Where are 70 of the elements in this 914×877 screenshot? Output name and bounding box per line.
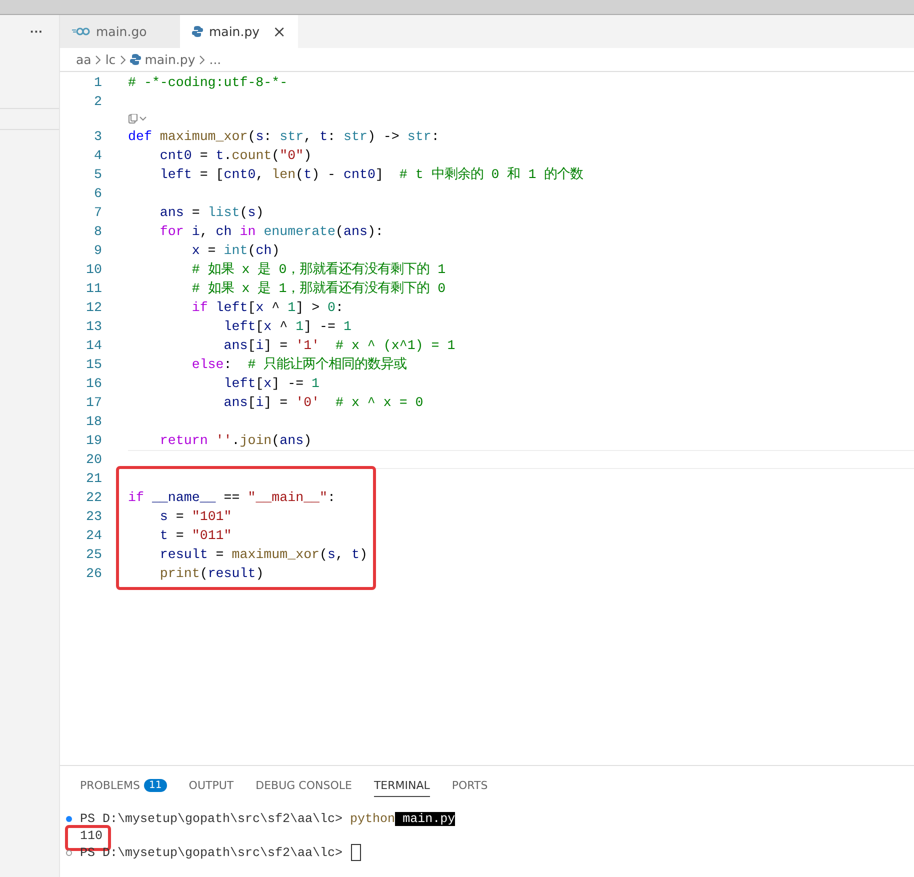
code-line: x = int(ch) xyxy=(190,242,281,260)
codelens-icon[interactable] xyxy=(128,114,148,124)
more-actions-button[interactable]: ··· xyxy=(28,24,45,39)
line-number: 15 xyxy=(85,357,102,372)
line-number: 26 xyxy=(85,566,102,581)
panel-tab[interactable]: PORTS xyxy=(452,774,488,796)
line-number: 17 xyxy=(85,395,102,410)
code-line: ans[i] = '1' # x ^ (x^1) = 1 xyxy=(222,337,456,355)
code-line: left[x] -= 1 xyxy=(222,375,321,393)
code-line: # 如果 x 是 0，那就看还有没有剩下的 1 xyxy=(190,260,447,279)
code-line: cnt0 = t.count("0") xyxy=(158,147,313,165)
code-line: if __name__ == "__main__": xyxy=(128,489,336,507)
code-line: ans[i] = '0' # x ^ x = 0 xyxy=(222,394,424,412)
line-number: 22 xyxy=(85,490,102,505)
panel-tab[interactable]: TERMINAL xyxy=(374,774,430,796)
panel-tab[interactable]: OUTPUT xyxy=(188,774,234,796)
code-line: if left[x ^ 1] > 0: xyxy=(190,299,344,317)
panel-tab[interactable]: DEBUG CONSOLE xyxy=(256,774,352,796)
close-icon[interactable]: × xyxy=(272,22,286,41)
breadcrumb-item[interactable]: lc xyxy=(105,52,116,67)
code-line: else: # 只能让两个相同的数异或 xyxy=(190,356,408,374)
line-number: 23 xyxy=(85,509,102,524)
chevron-right-icon xyxy=(199,54,206,64)
panel-tab[interactable]: PROBLEMS 11 xyxy=(80,774,167,796)
line-number: 20 xyxy=(85,452,102,467)
line-number: 1 xyxy=(93,75,102,90)
code-line: ans = list(s) xyxy=(158,204,265,222)
line-number: 25 xyxy=(85,547,102,562)
code-line: # -*-coding:utf-8-*- xyxy=(128,74,289,92)
line-number: 7 xyxy=(93,205,102,220)
code-line: left = [cnt0, len(t) - cnt0] # t 中剩余的 0 和 1 的个数 xyxy=(158,166,584,184)
code-line: s = "101" xyxy=(158,508,233,526)
line-number: 11 xyxy=(85,281,102,296)
terminal-line: PS D:\mysetup\gopath\src\sf2\aa\lc> python main.py xyxy=(80,812,456,826)
breadcrumb-item[interactable]: ... xyxy=(209,52,222,67)
line-number: 9 xyxy=(93,243,102,258)
line-number: 10 xyxy=(85,262,102,277)
editor-tab[interactable]: main.go xyxy=(60,15,180,48)
chevron-right-icon xyxy=(120,54,126,64)
code-line: left[x ^ 1] -= 1 xyxy=(222,318,352,336)
code-line: for i, ch in enumerate(ans): xyxy=(158,223,384,241)
go-file-icon xyxy=(72,27,90,36)
breadcrumb-item[interactable]: aa xyxy=(76,52,92,67)
line-number: 24 xyxy=(85,528,102,543)
line-number: 3 xyxy=(93,129,102,144)
line-number: 2 xyxy=(93,94,102,109)
line-number: 8 xyxy=(93,224,102,239)
line-number: 4 xyxy=(93,148,102,163)
code-line: result = maximum_xor(s, t) xyxy=(158,546,368,564)
chevron-right-icon xyxy=(95,54,102,64)
terminal-line: 110 xyxy=(80,828,103,842)
breadcrumb-item[interactable]: main.py xyxy=(130,52,196,67)
line-number: 21 xyxy=(85,471,102,486)
line-number: 18 xyxy=(85,414,102,429)
code-line: # 如果 x 是 1，那就看还有没有剩下的 0 xyxy=(190,280,447,298)
count-badge: 11 xyxy=(144,778,167,792)
code-line: return ''.join(ans) xyxy=(158,432,313,450)
line-number: 16 xyxy=(85,376,102,391)
code-line: print(result) xyxy=(158,565,265,583)
python-file-icon xyxy=(192,26,203,37)
line-number: 6 xyxy=(93,186,102,201)
code-line: def maximum_xor(s: str, t: str) -> str: xyxy=(128,128,440,146)
code-line: t = "011" xyxy=(158,527,233,545)
line-number: 13 xyxy=(85,319,102,334)
line-number: 19 xyxy=(85,433,102,448)
line-number: 12 xyxy=(85,300,102,315)
editor-tab[interactable]: main.py × xyxy=(180,15,298,48)
python-file-icon xyxy=(130,54,141,65)
line-number: 5 xyxy=(93,167,102,182)
line-number: 14 xyxy=(85,338,102,353)
